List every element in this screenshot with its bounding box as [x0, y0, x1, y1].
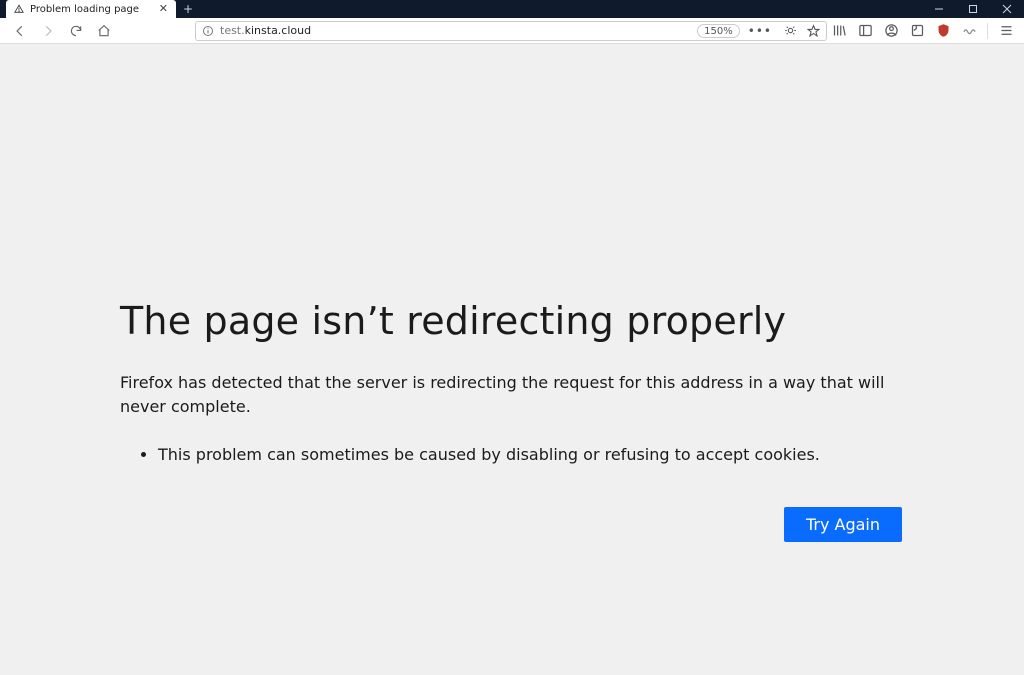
window-maximize-button[interactable] [956, 0, 990, 18]
extension-icon[interactable] [909, 23, 925, 39]
ublock-shield-icon[interactable] [935, 23, 951, 39]
tab-title: Problem loading page [30, 4, 153, 15]
back-button[interactable] [8, 19, 32, 43]
error-hint-item: This problem can sometimes be caused by … [158, 443, 910, 467]
window-controls [922, 0, 1024, 18]
library-icon[interactable] [831, 23, 847, 39]
error-container: The page isn’t redirecting properly Fire… [120, 44, 910, 542]
urlbar-page-actions: ••• [746, 24, 820, 38]
new-tab-button[interactable]: + [176, 0, 200, 18]
titlebar: Problem loading page ✕ + [0, 0, 1024, 18]
url-subdomain: test. [220, 24, 245, 37]
error-heading: The page isn’t redirecting properly [120, 299, 910, 343]
sidebar-icon[interactable] [857, 23, 873, 39]
addon-icon[interactable] [961, 23, 977, 39]
window-minimize-button[interactable] [922, 0, 956, 18]
error-description: Firefox has detected that the server is … [120, 371, 910, 419]
url-text: test.kinsta.cloud [220, 24, 691, 37]
forward-button[interactable] [36, 19, 60, 43]
tab-close-button[interactable]: ✕ [159, 4, 168, 15]
app-menu-button[interactable] [998, 23, 1014, 39]
navigation-toolbar: test.kinsta.cloud 150% ••• [0, 18, 1024, 44]
browser-tab[interactable]: Problem loading page ✕ [6, 0, 176, 18]
page-actions-button[interactable]: ••• [746, 24, 774, 38]
account-icon[interactable] [883, 23, 899, 39]
toolbar-addons [831, 23, 1016, 39]
bookmark-star-icon[interactable] [807, 24, 820, 37]
try-again-button[interactable]: Try Again [784, 507, 902, 542]
page-content: The page isn’t redirecting properly Fire… [0, 44, 1024, 675]
error-hint-list: This problem can sometimes be caused by … [120, 443, 910, 467]
site-info-icon[interactable] [202, 25, 214, 37]
reader-mode-icon[interactable] [784, 24, 797, 37]
warning-icon [14, 4, 24, 14]
window-close-button[interactable] [990, 0, 1024, 18]
url-host: kinsta.cloud [245, 24, 311, 37]
reload-button[interactable] [64, 19, 88, 43]
url-bar[interactable]: test.kinsta.cloud 150% ••• [195, 21, 827, 41]
toolbar-divider [987, 23, 988, 39]
home-button[interactable] [92, 19, 116, 43]
zoom-badge[interactable]: 150% [697, 24, 740, 38]
